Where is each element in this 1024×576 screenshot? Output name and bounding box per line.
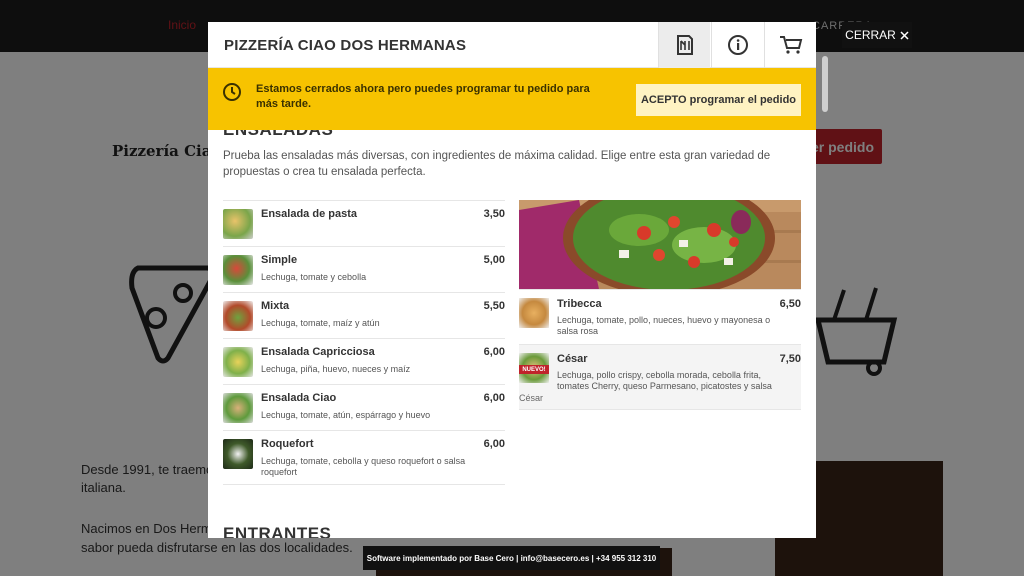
dish-list-right: Tribecca Lechuga, tomate, pollo, nueces,…: [519, 289, 801, 410]
dish-thumbnail: [223, 439, 253, 469]
dish-item[interactable]: Ensalada Capricciosa Lechuga, piña, huev…: [223, 338, 505, 384]
dish-item[interactable]: Tribecca Lechuga, tomate, pollo, nueces,…: [519, 289, 801, 344]
dish-item[interactable]: Ensalada Ciao Lechuga, tomate, atún, esp…: [223, 384, 505, 430]
section-heading-entrantes: ENTRANTES: [223, 524, 332, 538]
dish-description: Lechuga, pollo crispy, cebolla morada, c…: [557, 370, 772, 391]
dish-thumbnail: [223, 255, 253, 285]
dish-description: Lechuga, tomate, atún, espárrago y huevo: [261, 410, 431, 420]
dish-name: Tribecca: [557, 298, 602, 310]
dish-description: Lechuga, tomate, cebolla y queso roquefo…: [261, 456, 466, 477]
close-label: CERRAR: [845, 28, 896, 42]
dish-item[interactable]: NUEVO! César Lechuga, pollo crispy, cebo…: [519, 344, 801, 410]
dish-price: 5,00: [483, 254, 505, 266]
dish-name: Ensalada Capricciosa: [261, 346, 375, 358]
dish-name: Ensalada de pasta: [261, 208, 357, 220]
info-button[interactable]: [711, 22, 763, 68]
cart-button[interactable]: [764, 22, 816, 68]
dish-description: Lechuga, tomate, maíz y atún: [261, 318, 380, 328]
dish-price: 6,00: [483, 346, 505, 358]
dish-price: 6,00: [483, 438, 505, 450]
cart-icon: [779, 36, 802, 54]
restaurant-title: PIZZERÍA CIAO DOS HERMANAS: [224, 37, 467, 54]
modal-scrollbar[interactable]: [822, 56, 828, 112]
dish-name: Mixta: [261, 300, 290, 312]
dish-name: Simple: [261, 254, 298, 266]
dish-price: 6,50: [779, 298, 801, 310]
dish-price: 3,50: [483, 208, 505, 220]
dish-price: 5,50: [483, 300, 505, 312]
closed-notice-text: Estamos cerrados ahora pero puedes progr…: [256, 83, 590, 110]
clock-icon: [223, 83, 241, 101]
dish-thumbnail: [223, 393, 253, 423]
dish-item[interactable]: Ensalada de pasta 3,50: [223, 200, 505, 246]
dish-description: Lechuga, piña, huevo, nueces y maíz: [261, 364, 411, 374]
salad-photo: [519, 200, 801, 289]
section-description: Prueba las ensaladas más diversas, con i…: [223, 150, 771, 178]
dish-thumbnail: [223, 347, 253, 377]
dish-item[interactable]: Roquefort Lechuga, tomate, cebolla y que…: [223, 430, 505, 485]
modal-header: PIZZERÍA CIAO DOS HERMANAS: [208, 22, 816, 68]
info-icon: [727, 35, 748, 55]
closed-notice: Estamos cerrados ahora pero puedes progr…: [208, 68, 816, 130]
menu-modal: PIZZERÍA CIAO DOS HERMANAS Estamos cerra…: [208, 22, 816, 538]
dish-description: Lechuga, tomate, pollo, nueces, huevo y …: [557, 315, 771, 336]
menu-button[interactable]: [658, 22, 710, 68]
dish-list-left: Ensalada de pasta 3,50 Simple Lechuga, t…: [223, 200, 505, 485]
dish-item[interactable]: Mixta Lechuga, tomate, maíz y atún 5,50: [223, 292, 505, 338]
dish-item[interactable]: Simple Lechuga, tomate y cebolla 5,00: [223, 246, 505, 292]
new-badge: NUEVO!: [519, 365, 549, 374]
menu-book-icon: [676, 35, 693, 55]
dish-name: Ensalada Ciao: [261, 392, 337, 404]
close-icon: [900, 30, 909, 40]
footer-credits: Software implementado por Base Cero | in…: [363, 546, 660, 570]
section-heading-ensaladas: ENSALADAS: [223, 130, 333, 140]
dish-price: 7,50: [779, 353, 801, 365]
menu-content[interactable]: ENSALADAS Prueba las ensaladas más diver…: [208, 130, 816, 538]
schedule-order-button[interactable]: ACEPTO programar el pedido: [636, 84, 801, 116]
dish-thumbnail: [223, 301, 253, 331]
dish-name: Roquefort: [261, 438, 314, 450]
dish-price: 6,00: [483, 392, 505, 404]
dish-thumbnail: [519, 298, 549, 328]
dish-tag: César: [519, 393, 544, 403]
dish-description: Lechuga, tomate y cebolla: [261, 272, 367, 282]
dish-thumbnail: [223, 209, 253, 239]
close-button[interactable]: CERRAR: [842, 22, 912, 48]
dish-name: César: [557, 353, 588, 365]
